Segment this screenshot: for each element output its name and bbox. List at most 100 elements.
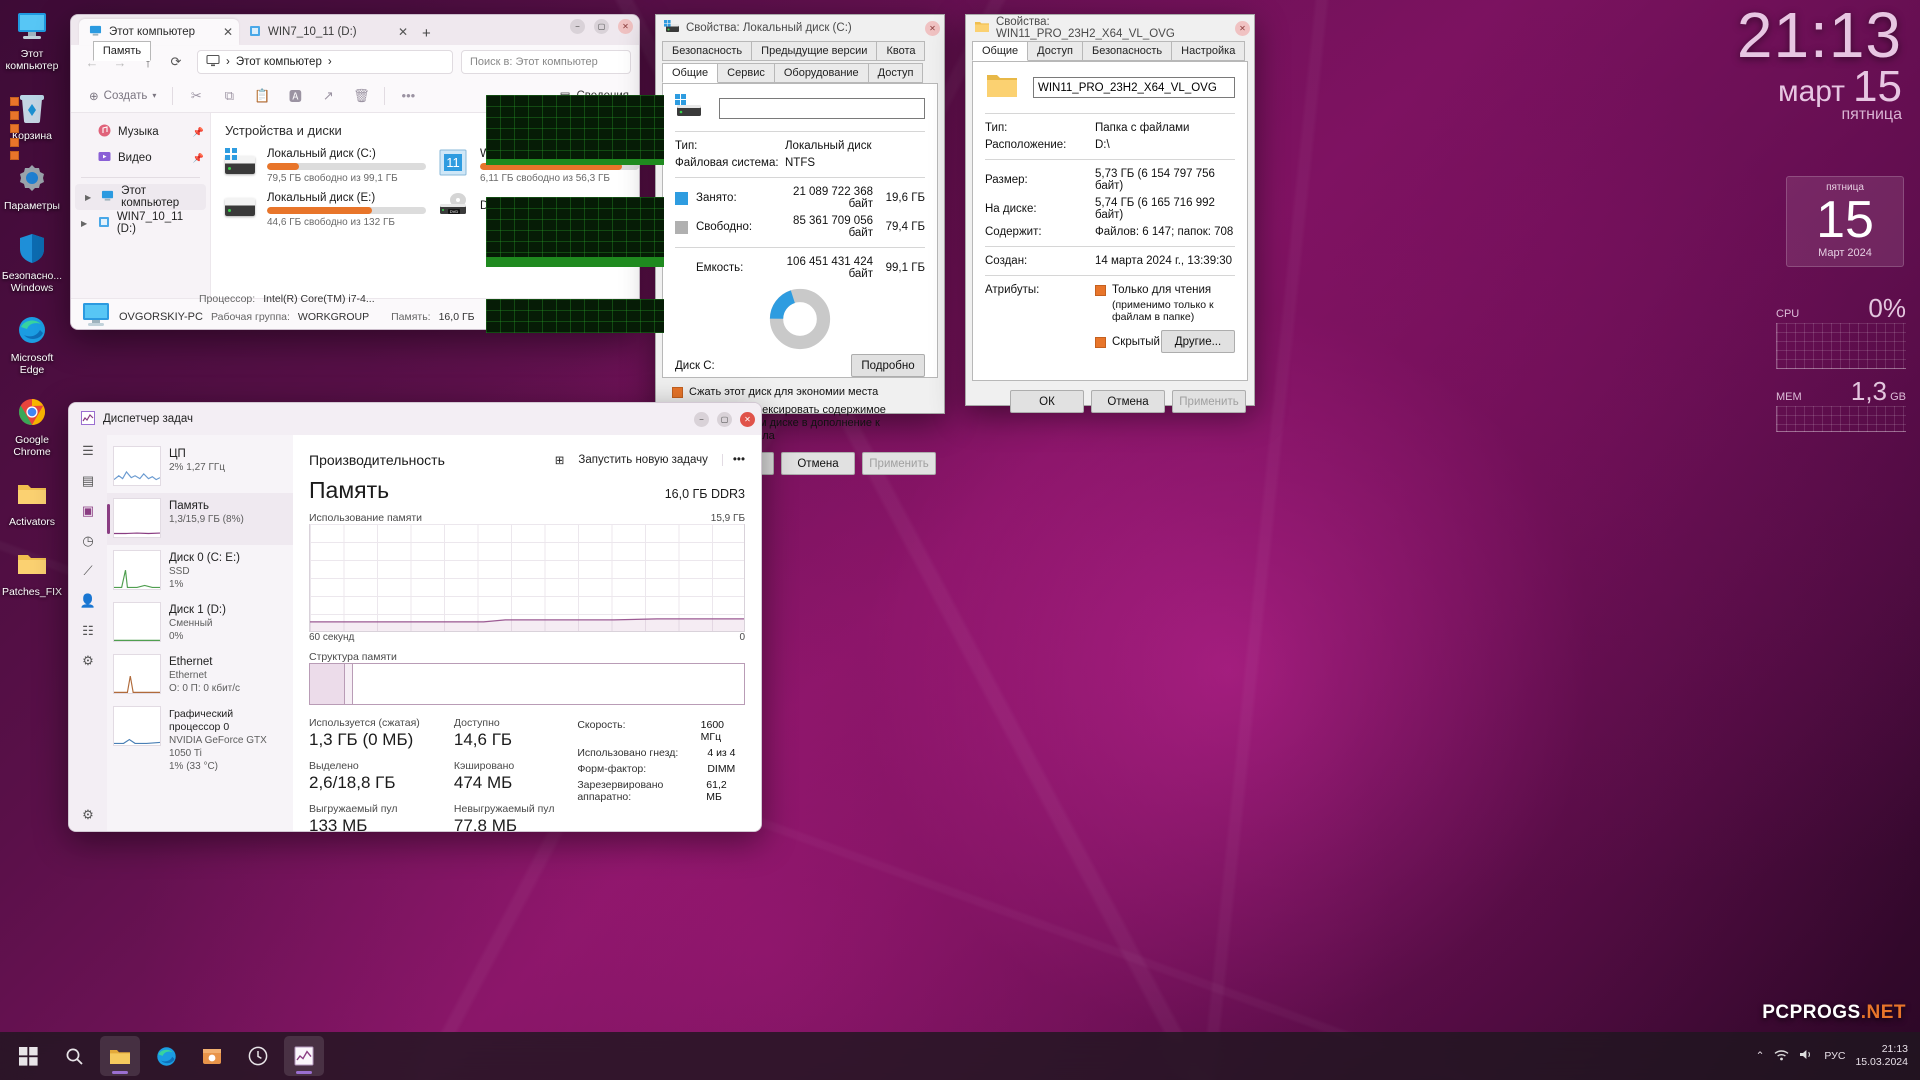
sidebar-item-music[interactable]: Музыка 📌 xyxy=(71,119,210,145)
folder-properties-dialog[interactable]: Свойства: WIN11_PRO_23H2_X64_VL_OVG ✕ Об… xyxy=(965,14,1255,413)
edge-button[interactable] xyxy=(146,1036,186,1076)
cancel-button[interactable]: Отмена xyxy=(781,452,855,475)
tab-memory[interactable]: Память xyxy=(92,41,152,61)
delete-icon[interactable]: 🗑 xyxy=(346,84,376,108)
tab-tools[interactable]: Сервис xyxy=(717,63,775,83)
checkbox-compress[interactable]: Сжать этот диск для экономии места xyxy=(672,386,928,398)
rename-icon[interactable]: 🅰 xyxy=(280,84,310,108)
disk-properties-dialog[interactable]: Свойства: Локальный диск (C:) ✕ Безопасн… xyxy=(655,14,945,475)
new-button[interactable]: ⊕ Создать ▾ xyxy=(81,84,164,108)
volume-label-input[interactable] xyxy=(719,98,925,119)
desktop-icon-windows-security[interactable]: Безопасно... Windows xyxy=(0,226,64,294)
close-button[interactable]: ✕ xyxy=(740,411,755,427)
desktop-icon-settings[interactable]: Параметры xyxy=(0,156,64,212)
search-input[interactable]: Поиск в: Этот компьютер xyxy=(461,50,631,74)
maximize-button[interactable]: ▢ xyxy=(594,19,609,34)
checkbox-icon[interactable] xyxy=(10,124,19,134)
paste-icon[interactable]: 📋 xyxy=(247,84,277,108)
tab-hardware[interactable]: Оборудование xyxy=(773,63,869,83)
store-button[interactable] xyxy=(192,1036,232,1076)
desktop-icon-chrome[interactable]: Google Chrome xyxy=(0,390,64,458)
chevron-right-icon[interactable]: ▶ xyxy=(85,193,94,202)
folder-name-input[interactable] xyxy=(1033,77,1235,98)
services-icon[interactable]: ⚙ xyxy=(82,653,94,669)
tab-sharing[interactable]: Доступ xyxy=(1027,41,1083,61)
apply-button[interactable]: Применить xyxy=(1172,390,1246,413)
new-task-button[interactable]: Запустить новую задачу xyxy=(578,454,708,466)
copy-icon[interactable]: ⧉ xyxy=(214,84,244,108)
hamburger-icon[interactable]: ☰ xyxy=(82,443,94,459)
taskbar-clock[interactable]: 21:13 15.03.2024 xyxy=(1855,1043,1908,1069)
task-manager-window[interactable]: Диспетчер задач − ▢ ✕ ☰ ▤ ▣ ◷ ⟋ 👤 ☷ ⚙ ⚙ … xyxy=(68,402,762,832)
taskmgr-item-gpu[interactable]: Графический процессор 0 NVIDIA GeForce G… xyxy=(107,701,293,772)
explorer-tab-1[interactable]: WIN7_10_11 (D:) ✕ xyxy=(239,19,414,45)
search-button[interactable] xyxy=(54,1036,94,1076)
desktop-icon-this-pc[interactable]: Этот компьютер xyxy=(0,4,64,72)
sidebar-item-video[interactable]: Видео 📌 xyxy=(71,145,210,171)
taskmgr-item-ethernet[interactable]: Ethernet Ethernet О: 0 П: 0 кбит/с xyxy=(107,649,293,701)
users-icon[interactable]: 👤 xyxy=(80,593,96,609)
minimize-button[interactable]: − xyxy=(570,19,585,34)
tab-previous-versions[interactable]: Предыдущие версии xyxy=(751,41,878,61)
minimize-button[interactable]: − xyxy=(694,411,709,427)
cancel-button[interactable]: Отмена xyxy=(1091,390,1165,413)
language-indicator[interactable]: РУС xyxy=(1824,1050,1845,1062)
tab-sharing[interactable]: Доступ xyxy=(867,63,924,83)
app-history-icon[interactable]: ◷ xyxy=(82,533,93,549)
tab-quota[interactable]: Квота xyxy=(876,41,926,61)
tray-chevron-icon[interactable]: ⌃ xyxy=(1756,1050,1765,1062)
close-icon[interactable]: ✕ xyxy=(398,25,408,39)
settings-icon[interactable]: ⚙ xyxy=(82,807,94,823)
taskmgr-item-cpu[interactable]: ЦП 2% 1,27 ГГц xyxy=(107,441,293,493)
checkbox-icon[interactable] xyxy=(10,151,19,161)
tab-general[interactable]: Общие xyxy=(972,41,1029,61)
refresh-button[interactable]: ⟳ xyxy=(163,50,189,74)
chevron-right-icon[interactable]: ▶ xyxy=(81,219,91,228)
close-button[interactable]: ✕ xyxy=(1235,20,1250,36)
sidebar-item-this-pc[interactable]: ▶ Этот компьютер xyxy=(75,184,206,210)
tab-general[interactable]: Общие xyxy=(662,63,719,83)
taskmgr-item-disk0[interactable]: Диск 0 (C: E:) SSD 1% xyxy=(107,545,293,597)
tab-security[interactable]: Безопасность xyxy=(662,41,753,61)
taskmgr-button[interactable] xyxy=(284,1036,324,1076)
details-icon[interactable]: ☷ xyxy=(82,623,94,639)
details-button[interactable]: Подробно xyxy=(851,354,925,377)
processes-icon[interactable]: ▤ xyxy=(82,473,94,489)
cut-icon[interactable]: ✂ xyxy=(181,84,211,108)
performance-icon[interactable]: ▣ xyxy=(82,503,94,519)
tab-customize[interactable]: Настройка xyxy=(1171,41,1246,61)
desktop-icon-activators[interactable]: Activators xyxy=(0,472,64,528)
taskmgr-item-disk1[interactable]: Диск 1 (D:) Сменный 0% xyxy=(107,597,293,649)
checkbox-icon[interactable] xyxy=(10,97,19,107)
drive-item-c[interactable]: Локальный диск (C:) 79,5 ГБ свободно из … xyxy=(225,148,426,184)
breadcrumb[interactable]: › Этот компьютер › xyxy=(197,50,453,74)
drive-item-e[interactable]: Локальный диск (E:) 44,6 ГБ свободно из … xyxy=(225,192,426,228)
desktop-icon-patches-fix[interactable]: Patches_FIX xyxy=(0,542,64,598)
desktop-icon-edge[interactable]: Microsoft Edge xyxy=(0,308,64,376)
apply-button[interactable]: Применить xyxy=(862,452,936,475)
sidebar-item-win7-10-11[interactable]: ▶ WIN7_10_11 (D:) xyxy=(71,210,210,236)
clock-app-button[interactable] xyxy=(238,1036,278,1076)
startup-icon[interactable]: ⟋ xyxy=(83,563,92,579)
close-icon[interactable]: ✕ xyxy=(223,25,233,39)
checkbox-icon[interactable] xyxy=(10,137,19,147)
ok-button[interactable]: ОК xyxy=(1010,390,1084,413)
attr-readonly[interactable]: Только для чтения xyxy=(1095,284,1235,296)
share-icon[interactable]: ↗ xyxy=(313,84,343,108)
file-explorer-window[interactable]: Этот компьютер ✕ WIN7_10_11 (D:) ✕ + − ▢… xyxy=(70,14,640,330)
explorer-button[interactable] xyxy=(100,1036,140,1076)
start-button[interactable] xyxy=(8,1036,48,1076)
attr-hidden[interactable]: Скрытый Другие... xyxy=(1095,330,1235,353)
volume-icon[interactable] xyxy=(1799,1048,1814,1064)
taskmgr-item-memory[interactable]: Память 1,3/15,9 ГБ (8%) xyxy=(107,493,293,545)
maximize-button[interactable]: ▢ xyxy=(717,411,732,427)
other-attributes-button[interactable]: Другие... xyxy=(1161,330,1235,353)
checkbox-icon[interactable] xyxy=(10,110,19,120)
network-icon[interactable] xyxy=(1774,1048,1789,1064)
close-button[interactable]: ✕ xyxy=(925,20,940,36)
more-options-button[interactable]: ••• xyxy=(393,84,423,108)
new-tab-button[interactable]: + xyxy=(422,25,431,42)
close-button[interactable]: ✕ xyxy=(618,19,633,34)
tab-security[interactable]: Безопасность xyxy=(1081,41,1173,61)
more-options-button[interactable]: ••• xyxy=(721,454,745,466)
